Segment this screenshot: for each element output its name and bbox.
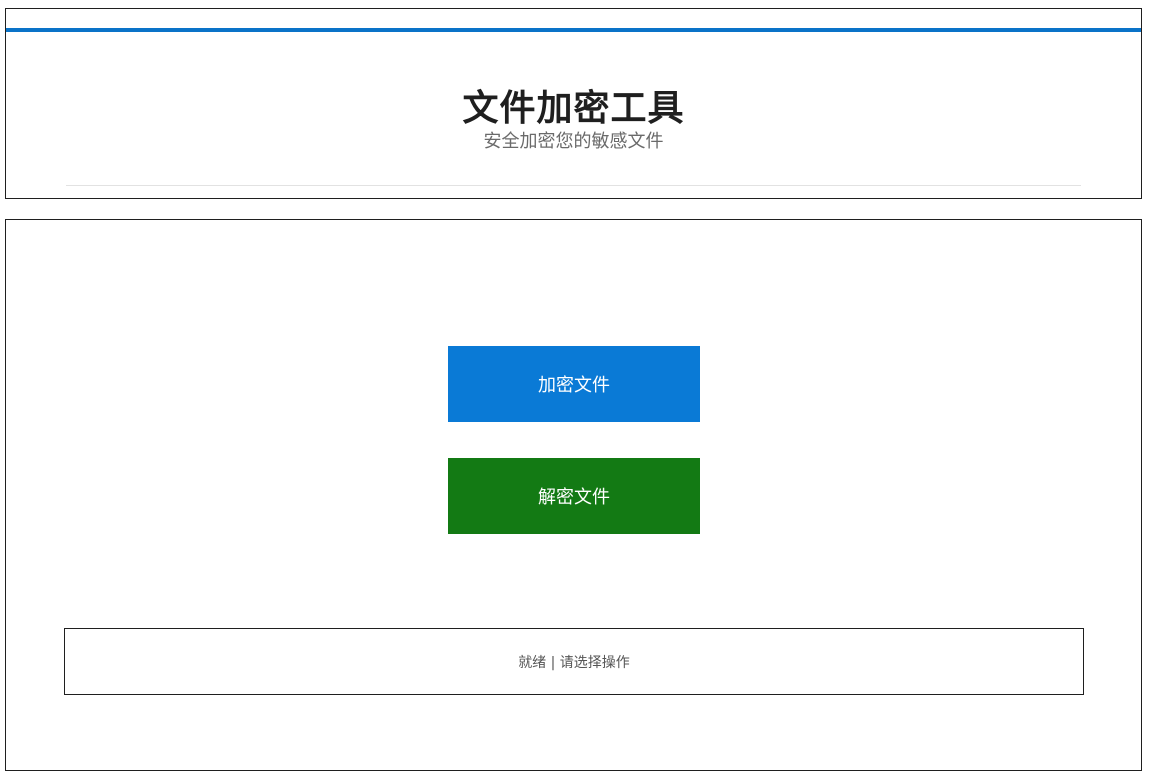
header-accent-bar <box>6 28 1141 32</box>
app-window: 文件加密工具 安全加密您的敏感文件 加密文件 解密文件 就绪 | 请选择操作 <box>0 0 1150 779</box>
main-panel: 加密文件 解密文件 就绪 | 请选择操作 <box>5 219 1142 771</box>
status-bar: 就绪 | 请选择操作 <box>64 628 1084 695</box>
header-divider <box>66 185 1081 186</box>
app-subtitle: 安全加密您的敏感文件 <box>483 131 664 152</box>
status-text: 就绪 | 请选择操作 <box>518 654 630 671</box>
decrypt-file-button[interactable]: 解密文件 <box>448 458 700 534</box>
header-panel: 文件加密工具 安全加密您的敏感文件 <box>5 8 1142 199</box>
app-title: 文件加密工具 <box>462 88 685 130</box>
encrypt-file-button[interactable]: 加密文件 <box>448 346 700 422</box>
